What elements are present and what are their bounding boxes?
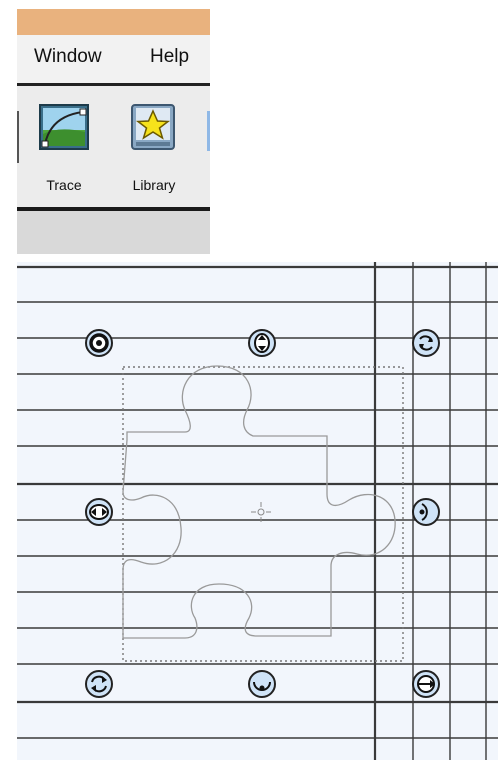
trace-button[interactable]: Trace	[31, 96, 97, 196]
toolbar-divider	[17, 207, 210, 211]
scale-vertical-handle-icon	[248, 329, 276, 357]
toolbar-separator	[207, 111, 210, 151]
scale-horizontal-handle-icon	[412, 670, 440, 698]
rotate-handle-icon	[412, 329, 440, 357]
canvas-drawing	[17, 262, 498, 760]
toolbar: Trace Library	[17, 86, 210, 207]
menu-item-help[interactable]: Help	[150, 46, 189, 68]
rotate-handle-icon	[85, 670, 113, 698]
menu-item-window[interactable]: Window	[34, 46, 102, 68]
library-button-label: Library	[132, 177, 176, 193]
app-window-crop: Window Help Trace Library	[17, 9, 210, 254]
library-button[interactable]: Library	[121, 96, 187, 196]
menu-bar: Window Help	[17, 35, 210, 83]
title-bar	[17, 9, 210, 35]
scale-horizontal-handle-icon	[412, 498, 440, 526]
trace-button-label: Trace	[46, 177, 82, 193]
scale-vertical-handle-icon	[248, 670, 276, 698]
center-crosshair	[251, 502, 271, 522]
star-book-icon	[131, 104, 175, 155]
toolbar-separator	[17, 111, 19, 163]
scale-horizontal-handle-icon	[85, 498, 113, 526]
trace-curve-icon	[39, 104, 89, 155]
design-canvas[interactable]	[17, 262, 498, 760]
rotate-handle-icon	[85, 329, 113, 357]
puzzle-piece-shape	[122, 365, 396, 639]
